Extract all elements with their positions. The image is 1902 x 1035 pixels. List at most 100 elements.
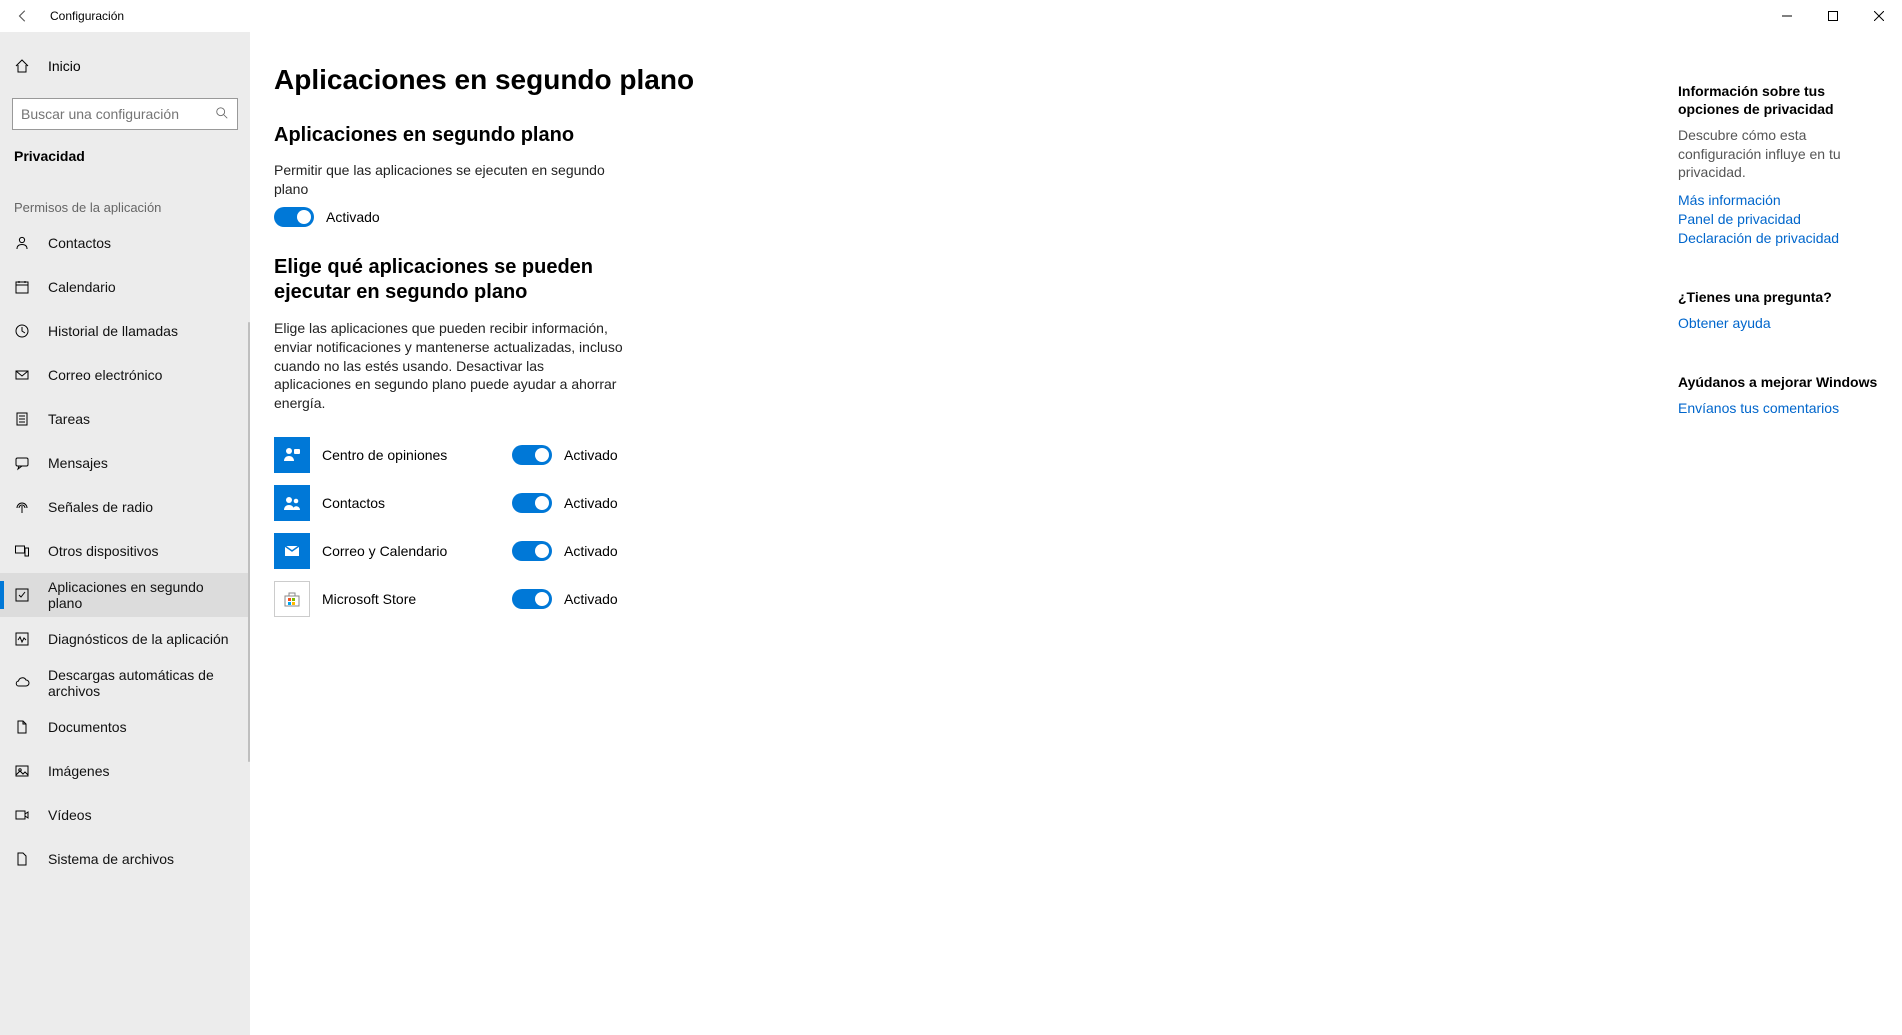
minimize-button[interactable] bbox=[1764, 0, 1810, 32]
sidebar-item-contactos[interactable]: Contactos bbox=[0, 221, 250, 265]
feedback-group: Ayúdanos a mejorar Windows Envíanos tus … bbox=[1678, 373, 1878, 418]
sidebar-item-label: Diagnósticos de la aplicación bbox=[48, 631, 229, 647]
app-row: Contactos Activado bbox=[274, 479, 990, 527]
app-toggle-label: Activado bbox=[564, 447, 618, 463]
filesystem-icon bbox=[14, 851, 30, 867]
devices-icon bbox=[14, 543, 30, 559]
arrow-left-icon bbox=[16, 9, 30, 23]
titlebar: Configuración bbox=[0, 0, 1902, 32]
home-label: Inicio bbox=[48, 58, 81, 74]
sidebar-item-calendario[interactable]: Calendario bbox=[0, 265, 250, 309]
app-name: Microsoft Store bbox=[322, 591, 512, 607]
cloud-icon bbox=[14, 675, 30, 691]
section-bg-apps-desc: Permitir que las aplicaciones se ejecute… bbox=[274, 161, 624, 199]
images-icon bbox=[14, 763, 30, 779]
home-icon bbox=[14, 58, 30, 74]
category-title: Privacidad bbox=[0, 130, 250, 174]
privacy-info-group: Información sobre tus opciones de privac… bbox=[1678, 82, 1878, 248]
back-button[interactable] bbox=[8, 1, 38, 31]
sidebar-item-documentos[interactable]: Documentos bbox=[0, 705, 250, 749]
app-row: Correo y Calendario Activado bbox=[274, 527, 990, 575]
home-button[interactable]: Inicio bbox=[0, 44, 250, 88]
sidebar: Inicio Privacidad Permisos de la aplicac… bbox=[0, 32, 250, 1035]
sidebar-item-imagenes[interactable]: Imágenes bbox=[0, 749, 250, 793]
sidebar-item-label: Documentos bbox=[48, 719, 127, 735]
mail-calendar-icon bbox=[274, 533, 310, 569]
app-name: Centro de opiniones bbox=[322, 447, 512, 463]
tasks-icon bbox=[14, 411, 30, 427]
radio-icon bbox=[14, 499, 30, 515]
search-box[interactable] bbox=[12, 98, 238, 130]
app-name: Contactos bbox=[322, 495, 512, 511]
sidebar-item-label: Señales de radio bbox=[48, 499, 153, 515]
section-choose-title: Elige qué aplicaciones se pueden ejecuta… bbox=[274, 255, 614, 305]
master-toggle[interactable] bbox=[274, 207, 314, 227]
sidebar-item-label: Otros dispositivos bbox=[48, 543, 158, 559]
app-row: Microsoft Store Activado bbox=[274, 575, 990, 623]
app-toggle-label: Activado bbox=[564, 495, 618, 511]
app-row: Centro de opiniones Activado bbox=[274, 431, 990, 479]
sidebar-item-label: Imágenes bbox=[48, 763, 109, 779]
sidebar-item-radio[interactable]: Señales de radio bbox=[0, 485, 250, 529]
section-choose-desc: Elige las aplicaciones que pueden recibi… bbox=[274, 319, 624, 413]
contacts-icon bbox=[14, 235, 30, 251]
question-group: ¿Tienes una pregunta? Obtener ayuda bbox=[1678, 288, 1878, 333]
app-name: Correo y Calendario bbox=[322, 543, 512, 559]
sidebar-item-label: Correo electrónico bbox=[48, 367, 162, 383]
sidebar-item-label: Sistema de archivos bbox=[48, 851, 174, 867]
sidebar-item-downloads[interactable]: Descargas automáticas de archivos bbox=[0, 661, 250, 705]
settings-pane: Aplicaciones en segundo plano Aplicacion… bbox=[250, 32, 990, 1035]
question-title: ¿Tienes una pregunta? bbox=[1678, 288, 1878, 306]
background-apps-icon bbox=[14, 587, 30, 603]
sidebar-item-label: Aplicaciones en segundo plano bbox=[48, 579, 236, 611]
privacy-info-desc: Descubre cómo esta configuración influye… bbox=[1678, 126, 1878, 181]
sidebar-item-diagnostics[interactable]: Diagnósticos de la aplicación bbox=[0, 617, 250, 661]
nav-subheader: Permisos de la aplicación bbox=[0, 174, 250, 221]
link-send-feedback[interactable]: Envíanos tus comentarios bbox=[1678, 399, 1878, 418]
page-title: Aplicaciones en segundo plano bbox=[274, 64, 990, 96]
window-title: Configuración bbox=[50, 9, 124, 23]
content: Aplicaciones en segundo plano Aplicacion… bbox=[250, 32, 1902, 1035]
app-toggle-mail[interactable] bbox=[512, 541, 552, 561]
app-toggle-store[interactable] bbox=[512, 589, 552, 609]
link-privacy-panel[interactable]: Panel de privacidad bbox=[1678, 210, 1878, 229]
store-app-icon bbox=[274, 581, 310, 617]
close-button[interactable] bbox=[1856, 0, 1902, 32]
app-toggle-contacts[interactable] bbox=[512, 493, 552, 513]
sidebar-item-tareas[interactable]: Tareas bbox=[0, 397, 250, 441]
maximize-icon bbox=[1828, 11, 1838, 21]
feedback-hub-icon bbox=[274, 437, 310, 473]
close-icon bbox=[1874, 11, 1884, 21]
messages-icon bbox=[14, 455, 30, 471]
sidebar-item-otros[interactable]: Otros dispositivos bbox=[0, 529, 250, 573]
sidebar-item-correo[interactable]: Correo electrónico bbox=[0, 353, 250, 397]
sidebar-item-label: Historial de llamadas bbox=[48, 323, 178, 339]
mail-icon bbox=[14, 367, 30, 383]
window-controls bbox=[1764, 0, 1902, 32]
app-toggle-label: Activado bbox=[564, 591, 618, 607]
sidebar-item-label: Vídeos bbox=[48, 807, 92, 823]
sidebar-item-label: Mensajes bbox=[48, 455, 108, 471]
sidebar-item-filesystem[interactable]: Sistema de archivos bbox=[0, 837, 250, 881]
sidebar-item-background-apps[interactable]: Aplicaciones en segundo plano bbox=[0, 573, 250, 617]
sidebar-item-label: Descargas automáticas de archivos bbox=[48, 667, 236, 699]
search-input[interactable] bbox=[21, 106, 215, 122]
link-privacy-statement[interactable]: Declaración de privacidad bbox=[1678, 229, 1878, 248]
master-toggle-label: Activado bbox=[326, 209, 380, 225]
sidebar-item-historial[interactable]: Historial de llamadas bbox=[0, 309, 250, 353]
link-get-help[interactable]: Obtener ayuda bbox=[1678, 314, 1878, 333]
sidebar-scrollbar[interactable] bbox=[248, 322, 250, 762]
document-icon bbox=[14, 719, 30, 735]
history-icon bbox=[14, 323, 30, 339]
calendar-icon bbox=[14, 279, 30, 295]
app-toggle-feedback[interactable] bbox=[512, 445, 552, 465]
contacts-app-icon bbox=[274, 485, 310, 521]
video-icon bbox=[14, 807, 30, 823]
section-bg-apps-title: Aplicaciones en segundo plano bbox=[274, 124, 990, 147]
sidebar-item-mensajes[interactable]: Mensajes bbox=[0, 441, 250, 485]
app-toggle-label: Activado bbox=[564, 543, 618, 559]
maximize-button[interactable] bbox=[1810, 0, 1856, 32]
link-more-info[interactable]: Más información bbox=[1678, 191, 1878, 210]
nav-list: Permisos de la aplicación Contactos Cale… bbox=[0, 174, 250, 1035]
sidebar-item-videos[interactable]: Vídeos bbox=[0, 793, 250, 837]
